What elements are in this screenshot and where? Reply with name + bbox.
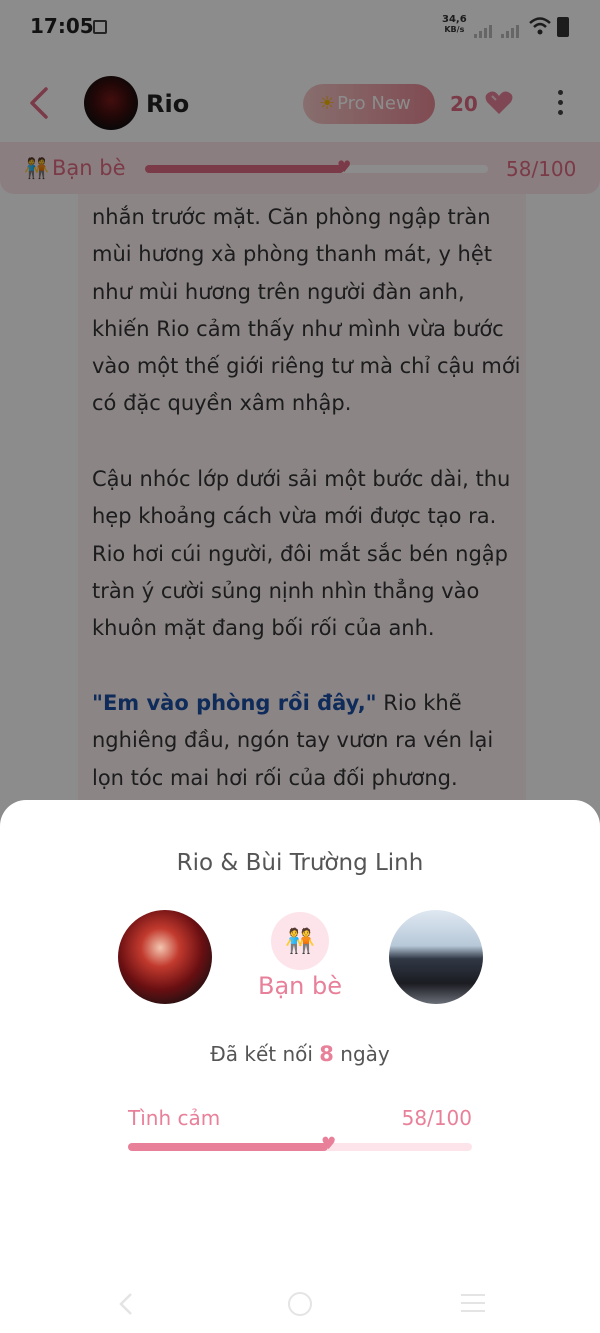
nav-menu-icon[interactable]: [461, 1294, 485, 1318]
nav-back-icon[interactable]: [118, 1292, 134, 1316]
relationship-sheet: Rio & Bùi Trường Linh 🧑‍🤝‍🧑 Bạn bè Đã kế…: [0, 800, 600, 1333]
connected-duration: Đã kết nối 8 ngày: [0, 1042, 600, 1066]
affection-progress-fill: [128, 1143, 328, 1151]
system-nav-bar: [0, 1270, 600, 1333]
heart-icon: ♥: [321, 1134, 337, 1154]
nav-home-icon[interactable]: [288, 1292, 312, 1316]
relationship-label: Bạn bè: [257, 972, 342, 1000]
connected-days: 8: [319, 1042, 334, 1066]
connected-suffix: ngày: [333, 1042, 390, 1066]
affection-progress-track: ♥: [128, 1134, 472, 1154]
sheet-title: Rio & Bùi Trường Linh: [176, 850, 424, 876]
affection-score: 58/100: [401, 1106, 472, 1130]
affection-label: Tình cảm: [128, 1106, 221, 1130]
connected-prefix: Đã kết nối: [210, 1042, 320, 1066]
friends-icon: 🧑‍🤝‍🧑: [271, 912, 329, 970]
